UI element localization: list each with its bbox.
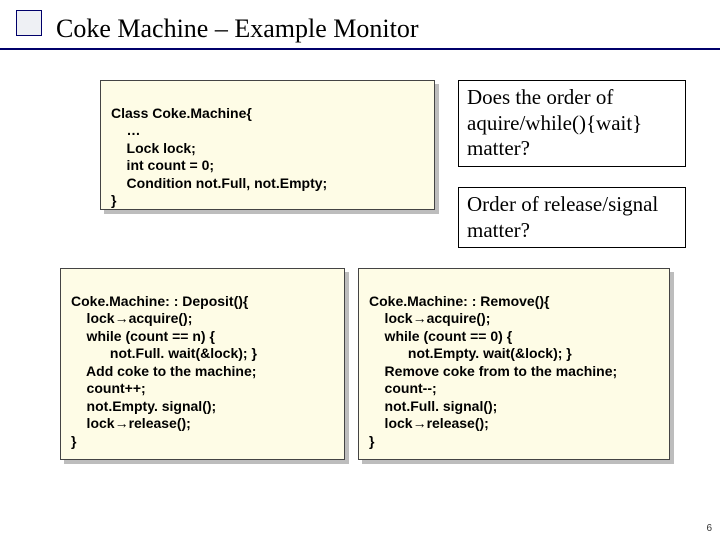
code-line: count--; [369, 380, 437, 396]
code-line: Lock lock; [111, 140, 196, 156]
slide-title: Coke Machine – Example Monitor [56, 14, 418, 44]
code-line: while (count == 0) { [369, 328, 512, 344]
code-line: lock→acquire(); [71, 310, 192, 326]
code-line: not.Empty. wait(&lock); } [369, 345, 572, 361]
deposit-method-box: Coke.Machine: : Deposit(){ lock→acquire(… [60, 268, 345, 460]
code-line: Class Coke.Machine{ [111, 105, 252, 121]
code-line: Condition not.Full, not.Empty; [111, 175, 327, 191]
question-box-order-release: Order of release/signal matter? [458, 187, 686, 248]
code-line: not.Empty. signal(); [71, 398, 216, 414]
question-box-order-acquire: Does the order of aquire/while(){wait} m… [458, 80, 686, 167]
code-line: count++; [71, 380, 146, 396]
code-line: lock→release(); [71, 415, 191, 431]
question-text: Does the order of aquire/while(){wait} m… [467, 85, 642, 160]
class-code: Class Coke.Machine{ … Lock lock; int cou… [111, 87, 424, 227]
code-line: lock→release(); [369, 415, 489, 431]
code-line: lock→acquire(); [369, 310, 490, 326]
code-line: Coke.Machine: : Remove(){ [369, 293, 549, 309]
code-line: } [71, 433, 76, 449]
code-line: not.Full. wait(&lock); } [71, 345, 257, 361]
slide-root: Coke Machine – Example Monitor Class Cok… [0, 0, 720, 540]
question-text: Order of release/signal matter? [467, 192, 658, 242]
code-line: int count = 0; [111, 157, 214, 173]
code-line: Remove coke from to the machine; [369, 363, 617, 379]
slide-number: 6 [706, 523, 712, 534]
deposit-code: Coke.Machine: : Deposit(){ lock→acquire(… [71, 275, 334, 468]
remove-code: Coke.Machine: : Remove(){ lock→acquire()… [369, 275, 659, 468]
code-line: } [369, 433, 374, 449]
title-underline [0, 48, 720, 50]
class-definition-box: Class Coke.Machine{ … Lock lock; int cou… [100, 80, 435, 210]
code-line: Add coke to the machine; [71, 363, 256, 379]
code-line: Coke.Machine: : Deposit(){ [71, 293, 248, 309]
corner-decoration [16, 10, 42, 36]
code-line: while (count == n) { [71, 328, 215, 344]
remove-method-box: Coke.Machine: : Remove(){ lock→acquire()… [358, 268, 670, 460]
code-line: not.Full. signal(); [369, 398, 497, 414]
code-line: … [111, 122, 141, 138]
code-line: } [111, 192, 116, 208]
